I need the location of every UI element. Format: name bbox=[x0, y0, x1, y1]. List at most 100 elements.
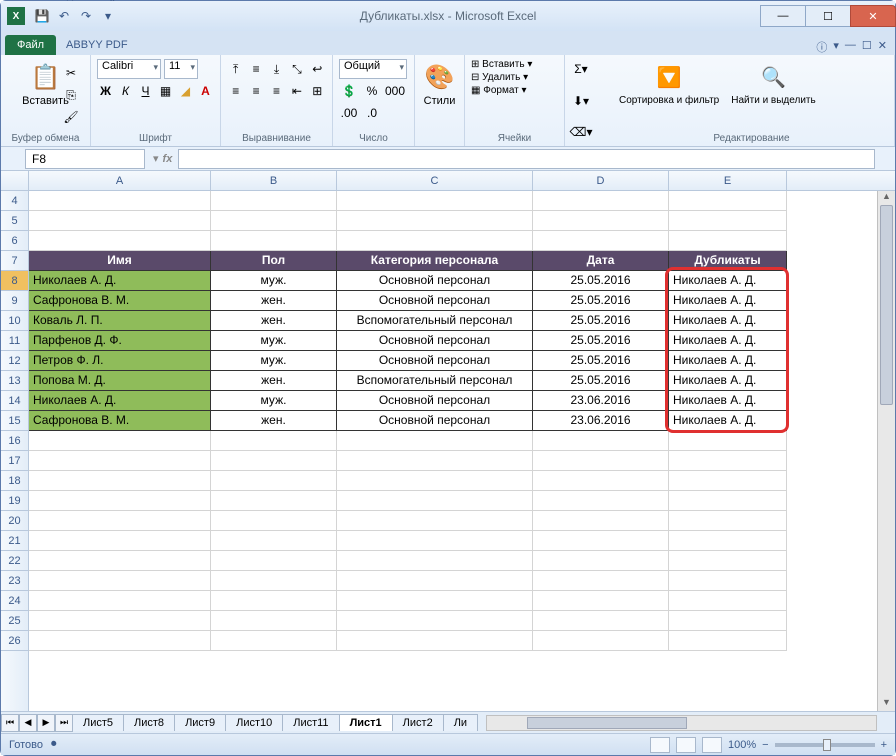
font-combo[interactable]: Calibri bbox=[97, 59, 161, 79]
cell[interactable] bbox=[533, 531, 669, 551]
bold-button[interactable]: Ж bbox=[97, 81, 114, 101]
sheet-prev-icon[interactable]: ◀ bbox=[19, 714, 37, 732]
cell[interactable]: Основной персонал bbox=[337, 331, 533, 351]
cell[interactable] bbox=[29, 591, 211, 611]
cell[interactable] bbox=[669, 591, 787, 611]
sheet-tab[interactable]: Лист2 bbox=[392, 714, 444, 731]
row-header[interactable]: 21 bbox=[1, 531, 28, 551]
zoom-slider[interactable] bbox=[775, 743, 875, 747]
cell[interactable]: Петров Ф. Л. bbox=[29, 351, 211, 371]
row-header[interactable]: 10 bbox=[1, 311, 28, 331]
cell[interactable]: Основной персонал bbox=[337, 351, 533, 371]
cell[interactable]: муж. bbox=[211, 331, 337, 351]
format-painter-icon[interactable]: 🖌 bbox=[61, 107, 81, 127]
cell[interactable]: Николаев А. Д. bbox=[669, 411, 787, 431]
row-header[interactable]: 6 bbox=[1, 231, 28, 251]
tab-file[interactable]: Файл bbox=[5, 35, 56, 55]
hscroll-thumb[interactable] bbox=[527, 717, 687, 729]
cell[interactable] bbox=[669, 231, 787, 251]
cell[interactable] bbox=[669, 511, 787, 531]
name-box[interactable]: F8 bbox=[25, 149, 145, 169]
row-header[interactable]: 19 bbox=[1, 491, 28, 511]
inc-decimal-icon[interactable]: .00 bbox=[339, 103, 359, 123]
font-size-combo[interactable]: 11 bbox=[164, 59, 198, 79]
row-header[interactable]: 15 bbox=[1, 411, 28, 431]
percent-icon[interactable]: % bbox=[362, 81, 382, 101]
cell[interactable]: Николаев А. Д. bbox=[669, 331, 787, 351]
clear-icon[interactable]: ⌫▾ bbox=[571, 122, 591, 142]
cell[interactable] bbox=[533, 231, 669, 251]
cell[interactable]: жен. bbox=[211, 311, 337, 331]
cell[interactable] bbox=[29, 211, 211, 231]
cell[interactable] bbox=[337, 491, 533, 511]
cell[interactable] bbox=[533, 491, 669, 511]
sheet-tab[interactable]: Лист1 bbox=[339, 714, 393, 731]
cell[interactable] bbox=[337, 451, 533, 471]
cell[interactable] bbox=[211, 191, 337, 211]
cell[interactable] bbox=[669, 471, 787, 491]
align-left-icon[interactable]: ≡ bbox=[227, 81, 244, 101]
cell[interactable]: Основной персонал bbox=[337, 291, 533, 311]
cell[interactable] bbox=[669, 531, 787, 551]
cell[interactable]: Николаев А. Д. bbox=[669, 371, 787, 391]
row-header[interactable]: 7 bbox=[1, 251, 28, 271]
cell[interactable]: Николаев А. Д. bbox=[669, 351, 787, 371]
cell[interactable] bbox=[669, 491, 787, 511]
cell[interactable] bbox=[211, 431, 337, 451]
fill-icon[interactable]: ⬇▾ bbox=[571, 91, 591, 111]
cell[interactable]: Основной персонал bbox=[337, 411, 533, 431]
cell[interactable]: Основной персонал bbox=[337, 391, 533, 411]
row-header[interactable]: 9 bbox=[1, 291, 28, 311]
cell[interactable]: Сафронова В. М. bbox=[29, 411, 211, 431]
cell[interactable]: 25.05.2016 bbox=[533, 331, 669, 351]
fill-color-button[interactable]: ◢ bbox=[177, 81, 194, 101]
cell[interactable] bbox=[533, 451, 669, 471]
page-break-view-button[interactable] bbox=[702, 737, 722, 753]
cell[interactable] bbox=[29, 551, 211, 571]
insert-cells-button[interactable]: ⊞ Вставить ▾ bbox=[471, 59, 532, 70]
doc-restore-icon[interactable]: ☐ bbox=[862, 39, 872, 55]
cell[interactable] bbox=[211, 531, 337, 551]
cell[interactable] bbox=[669, 571, 787, 591]
cell[interactable] bbox=[337, 551, 533, 571]
row-header[interactable]: 17 bbox=[1, 451, 28, 471]
cell[interactable] bbox=[669, 551, 787, 571]
cell[interactable] bbox=[29, 611, 211, 631]
cell[interactable] bbox=[337, 591, 533, 611]
cell[interactable]: муж. bbox=[211, 351, 337, 371]
row-header[interactable]: 14 bbox=[1, 391, 28, 411]
cell[interactable] bbox=[29, 451, 211, 471]
cell[interactable] bbox=[211, 611, 337, 631]
scroll-down-icon[interactable]: ▼ bbox=[878, 697, 895, 711]
undo-icon[interactable]: ↶ bbox=[55, 7, 73, 25]
row-header[interactable]: 23 bbox=[1, 571, 28, 591]
cell[interactable]: 23.06.2016 bbox=[533, 391, 669, 411]
row-header[interactable]: 22 bbox=[1, 551, 28, 571]
cell[interactable] bbox=[533, 511, 669, 531]
cell[interactable] bbox=[211, 491, 337, 511]
cell[interactable] bbox=[337, 611, 533, 631]
zoom-out-button[interactable]: − bbox=[762, 739, 768, 751]
row-header[interactable]: 11 bbox=[1, 331, 28, 351]
redo-icon[interactable]: ↷ bbox=[77, 7, 95, 25]
sheet-last-icon[interactable]: ⏭ bbox=[55, 714, 73, 732]
copy-icon[interactable]: ⎘ bbox=[61, 85, 81, 105]
sheet-tab[interactable]: Лист8 bbox=[123, 714, 175, 731]
orientation-icon[interactable]: ⤡ bbox=[288, 59, 305, 79]
cell[interactable] bbox=[29, 511, 211, 531]
row-header[interactable]: 13 bbox=[1, 371, 28, 391]
row-header[interactable]: 18 bbox=[1, 471, 28, 491]
align-right-icon[interactable]: ≡ bbox=[268, 81, 285, 101]
cell[interactable] bbox=[337, 471, 533, 491]
cell[interactable] bbox=[29, 471, 211, 491]
cell[interactable]: жен. bbox=[211, 371, 337, 391]
cell[interactable]: Николаев А. Д. bbox=[669, 291, 787, 311]
cell[interactable] bbox=[669, 631, 787, 651]
cell[interactable] bbox=[29, 531, 211, 551]
cell[interactable]: муж. bbox=[211, 391, 337, 411]
cell[interactable]: Николаев А. Д. bbox=[29, 271, 211, 291]
styles-button[interactable]: 🎨 Стили bbox=[421, 59, 458, 109]
select-all-corner[interactable] bbox=[1, 171, 29, 190]
cell[interactable] bbox=[669, 191, 787, 211]
cell[interactable]: 25.05.2016 bbox=[533, 351, 669, 371]
